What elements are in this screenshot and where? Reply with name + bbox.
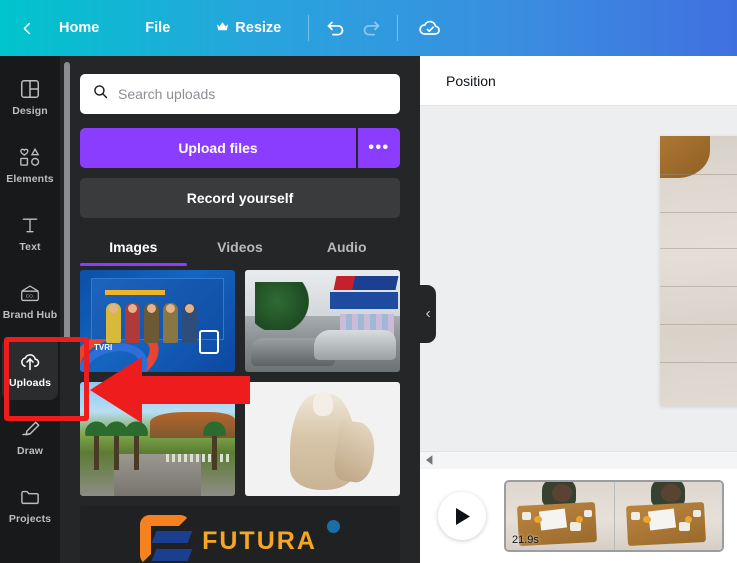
panel-scrollbar[interactable] [64,62,70,342]
panel-collapse-button[interactable] [420,285,436,343]
sidebar-item-label: Projects [8,513,52,525]
upload-action-row: Upload files ••• [80,128,400,168]
app-header: Home File Resize [0,0,737,56]
file-menu[interactable]: File [132,13,183,43]
upload-files-button[interactable]: Upload files [80,128,356,168]
uploads-panel-content: Search uploads Upload files ••• Record y… [60,56,420,563]
road-fence [165,454,231,462]
chevron-left-icon [426,310,430,318]
tab-audio[interactable]: Audio [293,239,400,266]
left-sidebar: Design Elements Text CO. Brand Hub Uploa… [0,56,60,563]
sidebar-item-projects[interactable]: Projects [2,474,58,536]
timeline-clip-2[interactable] [614,482,722,550]
banner-logo-text: TVRI [94,343,113,352]
clip-duration-label: 21.9s [512,534,539,546]
upload-more-options-button[interactable]: ••• [358,128,400,168]
editor-toolbar: Position [420,56,737,106]
tab-images[interactable]: Images [80,239,187,266]
canvas-table-corner [660,136,710,178]
thumb-futura-logo[interactable]: FUTURA [80,506,400,563]
text-t-icon [20,213,40,237]
design-layout-icon [19,77,41,101]
canvas-area[interactable] [420,106,737,451]
redo-icon [363,21,380,35]
banner-gold-band [105,290,165,295]
thumb-corporate-banner[interactable]: TVRI [80,270,235,372]
street-sign-stripe [333,276,399,290]
brand-hub-icon: CO. [18,281,42,305]
gown-head [312,392,333,416]
save-status-button[interactable] [412,10,448,46]
canvas-page[interactable] [660,136,737,406]
sidebar-item-elements[interactable]: Elements [2,134,58,196]
sidebar-item-brand-hub[interactable]: CO. Brand Hub [2,270,58,332]
canva-editor-window: Home File Resize Design Elements Text CO… [0,0,737,563]
cloud-check-icon [419,20,441,35]
redo-button[interactable] [353,10,389,46]
sidebar-item-draw[interactable]: Draw [2,406,58,468]
canvas-horizontal-scrollbar[interactable] [420,451,737,469]
chevron-left-icon [23,22,30,34]
street-sign-board [330,292,399,309]
sidebar-item-text[interactable]: Text [2,202,58,264]
header-divider-2 [397,15,399,41]
home-label: Home [59,20,100,36]
thumb-street-shopfront[interactable] [245,270,400,372]
timeline-clip-1[interactable]: 21.9s [506,482,614,550]
thumb-gown-portrait[interactable] [245,382,400,496]
timeline-clip-track: 21.9s [504,480,724,552]
futura-logo-text: FUTURA [202,526,317,555]
thumb-park-road[interactable] [80,382,235,496]
street-car-right [314,330,396,360]
pen-draw-icon [19,417,42,441]
file-label: File [145,20,171,36]
search-icon [92,83,109,105]
undo-icon [327,21,344,35]
street-tree [255,282,311,330]
futura-mark-icon [140,515,193,563]
sidebar-item-label: Brand Hub [2,309,58,321]
banner-people-group [106,303,197,343]
record-yourself-button[interactable]: Record yourself [80,178,400,218]
tab-videos[interactable]: Videos [187,239,294,266]
timeline-bar: 21.9s [420,469,737,563]
sidebar-item-label: Design [12,105,48,117]
sidebar-item-label: Text [19,241,41,253]
scroll-left-arrow-icon[interactable] [426,452,434,470]
svg-text:CO.: CO. [26,293,35,299]
resize-menu[interactable]: Resize [203,13,294,43]
uploads-tabs: Images Videos Audio [80,239,400,266]
home-menu[interactable]: Home [46,13,112,43]
uploads-panel: Search uploads Upload files ••• Record y… [60,56,420,563]
sidebar-item-uploads[interactable]: Uploads [2,338,58,400]
search-input[interactable]: Search uploads [80,74,400,114]
header-divider-1 [308,15,310,41]
uploads-thumbnail-grid: TVRI FUTURA [80,270,400,563]
search-placeholder: Search uploads [118,86,216,102]
undo-button[interactable] [317,10,353,46]
position-button[interactable]: Position [436,66,506,96]
cloud-upload-icon [18,349,42,373]
sidebar-item-design[interactable]: Design [2,66,58,128]
banner-hex-shape [199,330,219,354]
shapes-icon [18,145,42,169]
sidebar-item-label: Elements [6,173,54,185]
editor-area: Position 21.9s [420,56,737,563]
play-button[interactable] [438,492,486,540]
gown-drape [332,419,378,485]
play-icon [455,507,470,525]
crown-icon [216,20,229,36]
sidebar-item-label: Uploads [8,377,52,389]
resize-label: Resize [235,20,282,36]
futura-dot-icon [326,520,340,533]
sidebar-item-label: Draw [16,445,44,457]
folder-icon [19,485,42,509]
back-button[interactable] [10,11,44,45]
